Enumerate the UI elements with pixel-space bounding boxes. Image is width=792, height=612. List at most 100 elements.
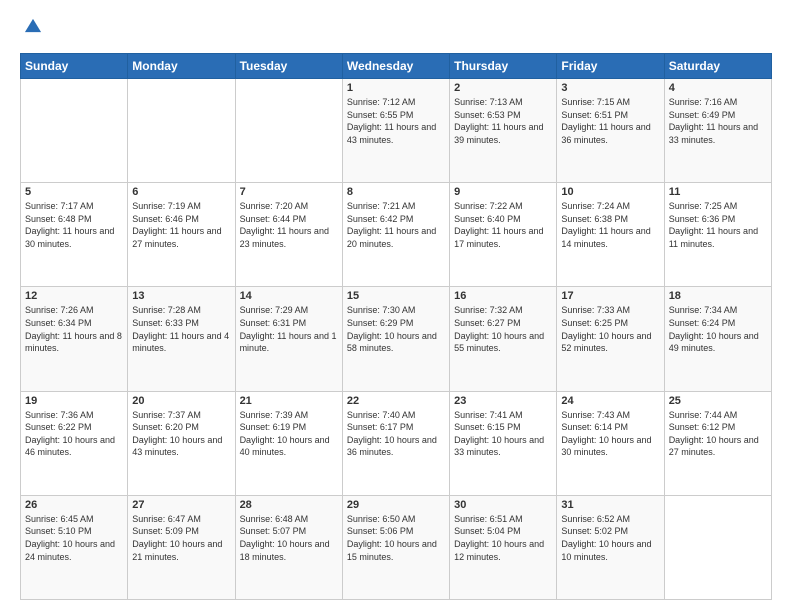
day-number: 15 [347,290,445,302]
day-number: 17 [561,290,659,302]
cell-text: Sunrise: 7:39 AMSunset: 6:19 PMDaylight:… [240,410,330,458]
calendar-cell: 31 Sunrise: 6:52 AMSunset: 5:02 PMDayligh… [557,495,664,599]
day-number: 13 [132,290,230,302]
calendar-cell: 10 Sunrise: 7:24 AMSunset: 6:38 PMDayligh… [557,183,664,287]
calendar-header-cell: Sunday [21,54,128,79]
calendar-cell: 29 Sunrise: 6:50 AMSunset: 5:06 PMDayligh… [342,495,449,599]
cell-text: Sunrise: 7:25 AMSunset: 6:36 PMDaylight:… [669,201,758,249]
day-number: 24 [561,395,659,407]
day-number: 28 [240,499,338,511]
day-number: 3 [561,82,659,94]
day-number: 25 [669,395,767,407]
calendar-cell: 5 Sunrise: 7:17 AMSunset: 6:48 PMDaylight… [21,183,128,287]
cell-text: Sunrise: 7:29 AMSunset: 6:31 PMDaylight:… [240,305,337,353]
calendar-cell: 22 Sunrise: 7:40 AMSunset: 6:17 PMDayligh… [342,391,449,495]
calendar-cell: 11Sunrise: 7:25 AMSunset: 6:36 PMDayligh… [664,183,771,287]
day-number: 19 [25,395,123,407]
calendar-week-row: 5 Sunrise: 7:17 AMSunset: 6:48 PMDaylight… [21,183,772,287]
calendar-cell: 12 Sunrise: 7:26 AMSunset: 6:34 PMDayligh… [21,287,128,391]
calendar-cell: 24 Sunrise: 7:43 AMSunset: 6:14 PMDayligh… [557,391,664,495]
cell-text: Sunrise: 7:26 AMSunset: 6:34 PMDaylight:… [25,305,122,353]
day-number: 20 [132,395,230,407]
calendar-cell: 27 Sunrise: 6:47 AMSunset: 5:09 PMDayligh… [128,495,235,599]
cell-text: Sunrise: 6:52 AMSunset: 5:02 PMDaylight:… [561,514,651,562]
calendar-cell: 3 Sunrise: 7:15 AMSunset: 6:51 PMDaylight… [557,79,664,183]
cell-text: Sunrise: 6:50 AMSunset: 5:06 PMDaylight:… [347,514,437,562]
calendar-week-row: 1Sunrise: 7:12 AMSunset: 6:55 PMDaylight… [21,79,772,183]
day-number: 2 [454,82,552,94]
calendar-week-row: 12 Sunrise: 7:26 AMSunset: 6:34 PMDayligh… [21,287,772,391]
cell-text: Sunrise: 6:48 AMSunset: 5:07 PMDaylight:… [240,514,330,562]
logo-icon [22,16,44,38]
calendar-cell: 2Sunrise: 7:13 AMSunset: 6:53 PMDaylight… [450,79,557,183]
calendar-header-cell: Tuesday [235,54,342,79]
cell-text: Sunrise: 7:17 AMSunset: 6:48 PMDaylight:… [25,201,114,249]
calendar-cell: 20 Sunrise: 7:37 AMSunset: 6:20 PMDayligh… [128,391,235,495]
day-number: 30 [454,499,552,511]
day-number: 26 [25,499,123,511]
day-number: 12 [25,290,123,302]
calendar-body: 1Sunrise: 7:12 AMSunset: 6:55 PMDaylight… [21,79,772,600]
calendar-cell: 17 Sunrise: 7:33 AMSunset: 6:25 PMDayligh… [557,287,664,391]
day-number: 23 [454,395,552,407]
calendar-cell: 25 Sunrise: 7:44 AMSunset: 6:12 PMDayligh… [664,391,771,495]
calendar-cell [664,495,771,599]
header [20,16,772,43]
calendar-header-cell: Thursday [450,54,557,79]
day-number: 14 [240,290,338,302]
calendar-cell: 18Sunrise: 7:34 AMSunset: 6:24 PMDayligh… [664,287,771,391]
calendar-cell: 1Sunrise: 7:12 AMSunset: 6:55 PMDaylight… [342,79,449,183]
day-number: 31 [561,499,659,511]
day-number: 4 [669,82,767,94]
calendar-week-row: 26 Sunrise: 6:45 AMSunset: 5:10 PMDayligh… [21,495,772,599]
day-number: 27 [132,499,230,511]
calendar-cell [128,79,235,183]
cell-text: Sunrise: 6:45 AMSunset: 5:10 PMDaylight:… [25,514,115,562]
calendar-cell: 26 Sunrise: 6:45 AMSunset: 5:10 PMDayligh… [21,495,128,599]
calendar-cell: 30 Sunrise: 6:51 AMSunset: 5:04 PMDayligh… [450,495,557,599]
cell-text: Sunrise: 6:47 AMSunset: 5:09 PMDaylight:… [132,514,222,562]
calendar-cell: 16 Sunrise: 7:32 AMSunset: 6:27 PMDayligh… [450,287,557,391]
day-number: 16 [454,290,552,302]
cell-text: Sunrise: 7:44 AMSunset: 6:12 PMDaylight:… [669,410,759,458]
calendar-cell: 7Sunrise: 7:20 AMSunset: 6:44 PMDaylight… [235,183,342,287]
cell-text: Sunrise: 7:33 AMSunset: 6:25 PMDaylight:… [561,305,651,353]
cell-text: Sunrise: 7:21 AMSunset: 6:42 PMDaylight:… [347,201,436,249]
calendar-header-cell: Friday [557,54,664,79]
day-number: 10 [561,186,659,198]
day-number: 5 [25,186,123,198]
calendar-cell [21,79,128,183]
calendar-cell: 28 Sunrise: 6:48 AMSunset: 5:07 PMDayligh… [235,495,342,599]
calendar-cell: 4 Sunrise: 7:16 AMSunset: 6:49 PMDaylight… [664,79,771,183]
cell-text: Sunrise: 7:32 AMSunset: 6:27 PMDaylight:… [454,305,544,353]
day-number: 22 [347,395,445,407]
calendar-cell: 19Sunrise: 7:36 AMSunset: 6:22 PMDayligh… [21,391,128,495]
cell-text: Sunrise: 7:15 AMSunset: 6:51 PMDaylight:… [561,97,650,145]
calendar-header-cell: Saturday [664,54,771,79]
cell-text: Sunrise: 7:24 AMSunset: 6:38 PMDaylight:… [561,201,650,249]
day-number: 9 [454,186,552,198]
cell-text: Sunrise: 6:51 AMSunset: 5:04 PMDaylight:… [454,514,544,562]
calendar-header-cell: Monday [128,54,235,79]
day-number: 29 [347,499,445,511]
cell-text: Sunrise: 7:19 AMSunset: 6:46 PMDaylight:… [132,201,221,249]
logo [20,16,44,43]
cell-text: Sunrise: 7:22 AMSunset: 6:40 PMDaylight:… [454,201,543,249]
cell-text: Sunrise: 7:43 AMSunset: 6:14 PMDaylight:… [561,410,651,458]
calendar-cell: 13 Sunrise: 7:28 AMSunset: 6:33 PMDayligh… [128,287,235,391]
cell-text: Sunrise: 7:41 AMSunset: 6:15 PMDaylight:… [454,410,544,458]
day-number: 7 [240,186,338,198]
calendar-header-row: SundayMondayTuesdayWednesdayThursdayFrid… [21,54,772,79]
day-number: 8 [347,186,445,198]
cell-text: Sunrise: 7:28 AMSunset: 6:33 PMDaylight:… [132,305,229,353]
cell-text: Sunrise: 7:37 AMSunset: 6:20 PMDaylight:… [132,410,222,458]
calendar-cell: 14 Sunrise: 7:29 AMSunset: 6:31 PMDayligh… [235,287,342,391]
cell-text: Sunrise: 7:16 AMSunset: 6:49 PMDaylight:… [669,97,758,145]
day-number: 18 [669,290,767,302]
calendar-table: SundayMondayTuesdayWednesdayThursdayFrid… [20,53,772,600]
cell-text: Sunrise: 7:40 AMSunset: 6:17 PMDaylight:… [347,410,437,458]
calendar-cell: 23 Sunrise: 7:41 AMSunset: 6:15 PMDayligh… [450,391,557,495]
calendar-cell: 8 Sunrise: 7:21 AMSunset: 6:42 PMDaylight… [342,183,449,287]
calendar-header-cell: Wednesday [342,54,449,79]
page: SundayMondayTuesdayWednesdayThursdayFrid… [0,0,792,612]
